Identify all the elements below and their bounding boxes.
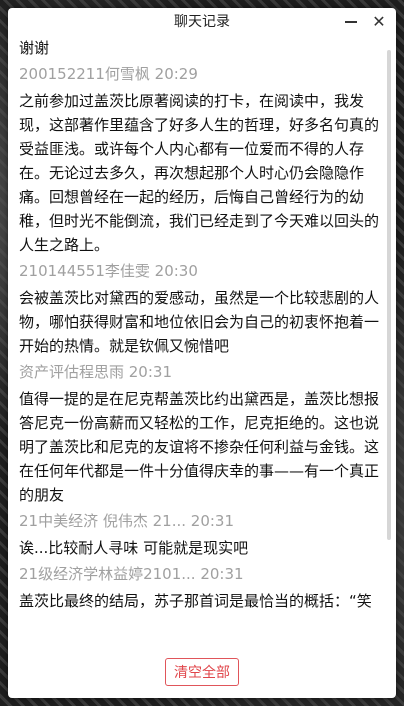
message-text: 谢谢: [19, 39, 50, 57]
chat-history-window: 聊天记录 ✕ 谢谢 200152211何雪枫 20:29 之前参加过盖茨比原著阅…: [8, 8, 396, 698]
minimize-icon: [345, 21, 357, 23]
message-sender-time: 21中美经济 倪伟杰 21... 20:31: [19, 512, 235, 530]
window-controls: ✕: [342, 8, 388, 36]
message-text: 诶...比较耐人寻味 可能就是现实吧: [19, 539, 249, 557]
message-sender-time: 21级经济学林益婷2101... 20:31: [19, 565, 244, 583]
minimize-button[interactable]: [342, 8, 360, 36]
close-button[interactable]: ✕: [370, 8, 388, 36]
title-bar: 聊天记录 ✕: [8, 8, 396, 36]
scrollbar[interactable]: [387, 50, 391, 540]
clear-all-button[interactable]: 清空全部: [165, 658, 239, 686]
message-text: 会被盖茨比对黛西的爱感动，虽然是一个比较悲剧的人物，哪怕获得财富和地位依旧会为自…: [19, 289, 380, 355]
footer: 清空全部: [8, 646, 396, 698]
message-list[interactable]: 谢谢 200152211何雪枫 20:29 之前参加过盖茨比原著阅读的打卡，在阅…: [19, 36, 382, 646]
window-title: 聊天记录: [174, 14, 230, 30]
message-sender-time: 资产评估程思雨 20:31: [19, 363, 172, 381]
message-text: 盖茨比最终的结局，苏子那首词是最恰当的概括：“笑: [19, 592, 372, 610]
message-text: 之前参加过盖茨比原著阅读的打卡，在阅读中，我发现，这部著作里蕴含了好多人生的哲理…: [19, 92, 380, 254]
message-sender-time: 210144551李佳雯 20:30: [19, 262, 198, 280]
close-icon: ✕: [372, 12, 386, 31]
message-text: 值得一提的是在尼克帮盖茨比约出黛西是，盖茨比想报答尼克一份高薪而又轻松的工作，尼…: [19, 390, 380, 504]
message-sender-time: 200152211何雪枫 20:29: [19, 65, 198, 83]
